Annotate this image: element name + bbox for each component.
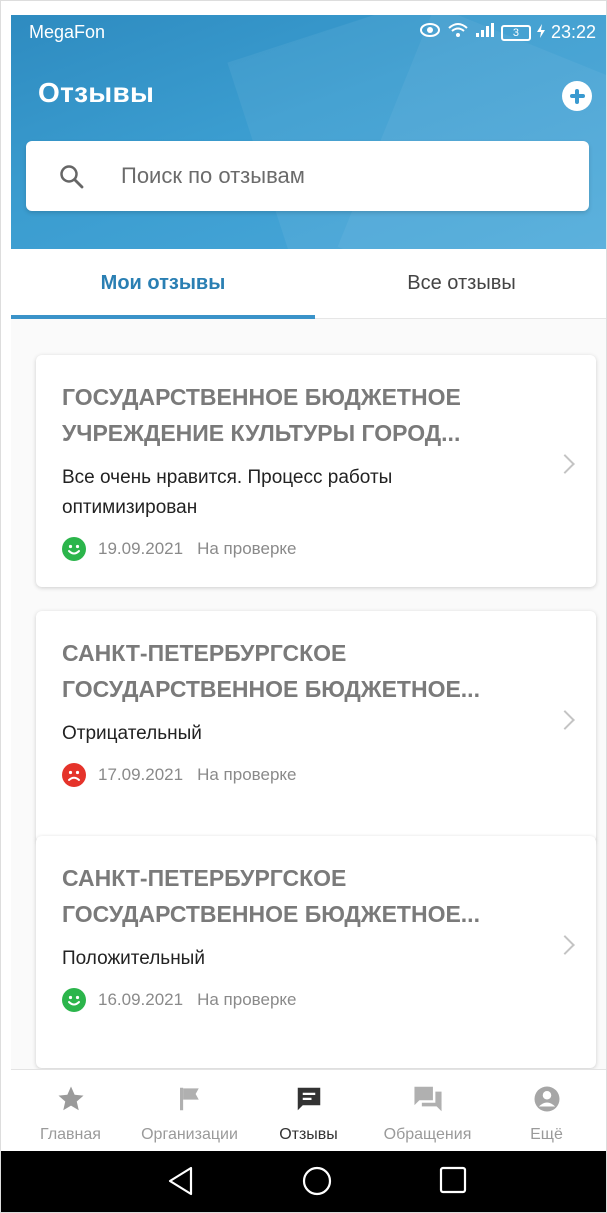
sad-face-icon (62, 763, 86, 787)
status-badge: На проверке (197, 765, 297, 784)
review-card[interactable]: ГОСУДАРСТВЕННОЕ БЮДЖЕТНОЕ УЧРЕЖДЕНИЕ КУЛ… (36, 355, 596, 587)
search-icon (60, 165, 84, 189)
message-icon (294, 1084, 324, 1119)
review-date: 19.09.2021 (98, 539, 184, 558)
system-navigation-bar (1, 1151, 606, 1212)
nav-item-requests[interactable]: Обращения (368, 1070, 487, 1152)
home-icon[interactable] (301, 1165, 333, 1202)
nav-item-label: Отзывы (279, 1126, 338, 1143)
nav-item-reviews[interactable]: Отзывы (249, 1070, 368, 1152)
nav-item-label: Ещё (530, 1126, 563, 1143)
review-date: 17.09.2021 (98, 765, 184, 784)
nav-item-label: Главная (40, 1126, 101, 1143)
review-meta: 16.09.2021 На проверке (62, 988, 297, 1012)
chevron-right-icon (555, 454, 575, 474)
smile-icon (62, 537, 86, 561)
nav-item-home[interactable]: Главная (11, 1070, 130, 1152)
account-icon (532, 1084, 562, 1119)
page-title: Отзывы (38, 77, 155, 108)
nav-item-label: Организации (141, 1126, 238, 1143)
status-badge: На проверке (197, 539, 297, 558)
nav-item-label: Обращения (383, 1126, 472, 1143)
status-badge: На проверке (197, 990, 297, 1009)
review-date: 16.09.2021 (98, 990, 184, 1009)
nav-item-more[interactable]: Ещё (487, 1070, 606, 1152)
nav-item-organizations[interactable]: Организации (130, 1070, 249, 1152)
review-card[interactable]: САНКТ-ПЕТЕРБУРГСКОЕ ГОСУДАРСТВЕННОЕ БЮДЖ… (36, 611, 596, 843)
review-meta: 19.09.2021 На проверке (62, 537, 297, 561)
tabs: Мои отзывы Все отзывы (11, 249, 606, 319)
search-box (26, 141, 589, 211)
review-meta: 17.09.2021 На проверке (62, 763, 297, 787)
organization-name: САНКТ-ПЕТЕРБУРГСКОЕ ГОСУДАРСТВЕННОЕ БЮДЖ… (62, 640, 480, 702)
plus-circle-icon[interactable] (562, 81, 592, 111)
flag-icon (175, 1084, 205, 1119)
smile-icon (62, 988, 86, 1012)
charging-icon (536, 22, 545, 43)
back-icon[interactable] (166, 1165, 196, 1202)
battery-icon: 3 (500, 24, 531, 41)
review-text: Положительный (62, 948, 205, 969)
chevron-right-icon (555, 935, 575, 955)
wifi-icon (447, 21, 469, 44)
chevron-right-icon (555, 710, 575, 730)
eye-icon (419, 22, 441, 43)
organization-name: ГОСУДАРСТВЕННОЕ БЮДЖЕТНОЕ УЧРЕЖДЕНИЕ КУЛ… (62, 384, 461, 446)
clock: 23:22 (550, 22, 596, 42)
recent-apps-icon[interactable] (438, 1165, 468, 1200)
search-input[interactable] (121, 156, 561, 196)
signal-icon (475, 22, 495, 43)
star-icon (56, 1084, 86, 1119)
review-text: Все очень нравится. Процесс работы оптим… (62, 467, 393, 518)
review-text: Отрицательный (62, 723, 202, 744)
bottom-navigation: Главная Организации Отзывы Обращения Ещё (11, 1069, 606, 1152)
app-frame: MegaFon 3 23:22 Отзывы Поиск по отзывам … (0, 0, 607, 1213)
review-card[interactable]: САНКТ-ПЕТЕРБУРГСКОЕ ГОСУДАРСТВЕННОЕ БЮДЖ… (36, 836, 596, 1068)
tab-all-reviews[interactable]: Все отзывы (315, 249, 606, 319)
status-bar: MegaFon 3 23:22 (11, 15, 606, 49)
carrier-name: MegaFon (29, 22, 106, 42)
chat-icon (412, 1084, 444, 1119)
app-header: MegaFon 3 23:22 Отзывы (11, 15, 606, 249)
reviews-list: ГОСУДАРСТВЕННОЕ БЮДЖЕТНОЕ УЧРЕЖДЕНИЕ КУЛ… (11, 319, 606, 1069)
tab-my-reviews[interactable]: Мои отзывы (11, 249, 315, 319)
organization-name: САНКТ-ПЕТЕРБУРГСКОЕ ГОСУДАРСТВЕННОЕ БЮДЖ… (62, 865, 480, 927)
